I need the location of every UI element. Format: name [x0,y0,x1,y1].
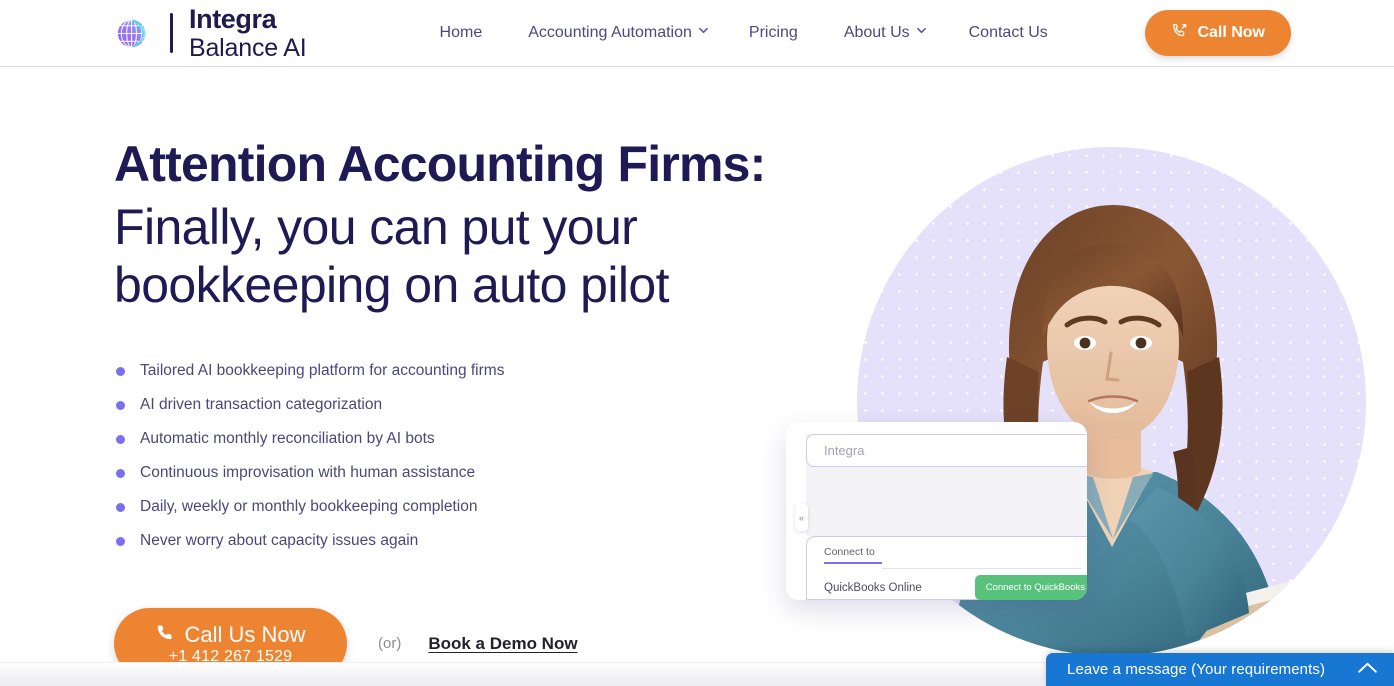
chat-widget-label: Leave a message (Your requirements) [1067,661,1326,678]
hero-image-area: Integra Connect to QuickBooks Online Con… [786,67,1394,662]
mockup-search-row: Integra [806,434,1087,467]
nav-label-about-us: About Us [843,24,910,41]
nav-label-pricing: Pricing [748,24,798,41]
list-item: Automatic monthly reconciliation by AI b… [114,422,844,456]
nav-item-contact-us[interactable]: Contact Us [954,16,1063,50]
mockup-provider-row: QuickBooks Online Connect to QuickBooks [824,575,1087,600]
chevron-left-icon[interactable]: « [795,504,808,531]
globe-icon [112,10,159,57]
list-item-label: AI driven transaction categorization [140,396,383,413]
connect-to-quickbooks-button[interactable]: Connect to QuickBooks [974,575,1087,600]
list-item-label: Continuous improvisation with human assi… [140,464,476,481]
bullet-dot-icon [116,536,125,546]
list-item: Daily, weekly or monthly bookkeeping com… [114,490,844,524]
main-navigation: Home Accounting Automation Pricing About… [425,16,1063,50]
list-item: Never worry about capacity issues again [114,524,844,558]
book-demo-link[interactable]: Book a Demo Now [428,634,577,654]
hero-section: Attention Accounting Firms: Finally, you… [0,67,1394,679]
nav-label-home: Home [439,24,483,41]
hero-feature-list: Tailored AI bookkeeping platform for acc… [114,354,844,558]
mockup-connect-panel: Connect to QuickBooks Online Connect to … [806,536,1087,600]
mockup-provider-label: QuickBooks Online [824,581,922,594]
brand-name-line1: Integra [189,3,277,34]
call-now-label: Call Now [1197,24,1265,41]
chevron-down-icon [916,27,926,36]
chevron-up-icon[interactable] [1357,661,1378,679]
call-us-now-label: Call Us Now [184,621,306,647]
list-item-label: Automatic monthly reconciliation by AI b… [140,430,435,447]
cta-separator: (or) [378,635,402,652]
logo-divider [170,13,173,53]
brand-logo[interactable]: Integra Balance AI [112,3,307,62]
bullet-dot-icon [116,468,125,478]
site-header: Integra Balance AI Home Accounting Autom… [0,0,1394,67]
mockup-inactive-underline [882,568,1081,569]
brand-name-line2: Balance AI [189,33,307,62]
brand-name: Integra Balance AI [189,3,307,62]
page-root: Integra Balance AI Home Accounting Autom… [0,0,1394,686]
chat-widget-bar[interactable]: Leave a message (Your requirements) [1046,653,1394,686]
nav-item-home[interactable]: Home [425,16,498,50]
bullet-dot-icon [116,434,125,444]
nav-label-accounting-automation: Accounting Automation [528,24,692,41]
call-now-button[interactable]: Call Now [1145,10,1291,56]
nav-item-about-us[interactable]: About Us [829,16,941,50]
nav-item-accounting-automation[interactable]: Accounting Automation [513,16,723,50]
nav-item-pricing[interactable]: Pricing [734,16,813,50]
mockup-search-input[interactable]: Integra [806,434,1087,467]
mockup-connect-label: Connect to [824,546,875,558]
bullet-dot-icon [116,400,125,410]
product-mockup-card: Integra Connect to QuickBooks Online Con… [786,422,1087,600]
hero-heading-regular: Finally, you can put your bookkeeping on… [114,199,670,313]
hero-heading-bold: Attention Accounting Firms: [114,136,766,192]
bullet-dot-icon [116,502,125,512]
list-item: Tailored AI bookkeeping platform for acc… [114,354,844,388]
chevron-down-icon [699,27,708,36]
list-item-label: Tailored AI bookkeeping platform for acc… [140,362,505,379]
list-item: Continuous improvisation with human assi… [114,456,844,490]
list-item-label: Never worry about capacity issues again [140,532,419,549]
phone-icon [155,623,174,646]
list-item-label: Daily, weekly or monthly bookkeeping com… [140,498,478,515]
mockup-active-underline [824,562,882,564]
phone-outgoing-icon [1171,22,1188,44]
call-us-now-top: Call Us Now [155,621,306,647]
nav-label-contact-us: Contact Us [968,24,1048,41]
bullet-dot-icon [116,366,125,376]
list-item: AI driven transaction categorization [114,388,844,422]
hero-content: Attention Accounting Firms: Finally, you… [114,137,844,679]
